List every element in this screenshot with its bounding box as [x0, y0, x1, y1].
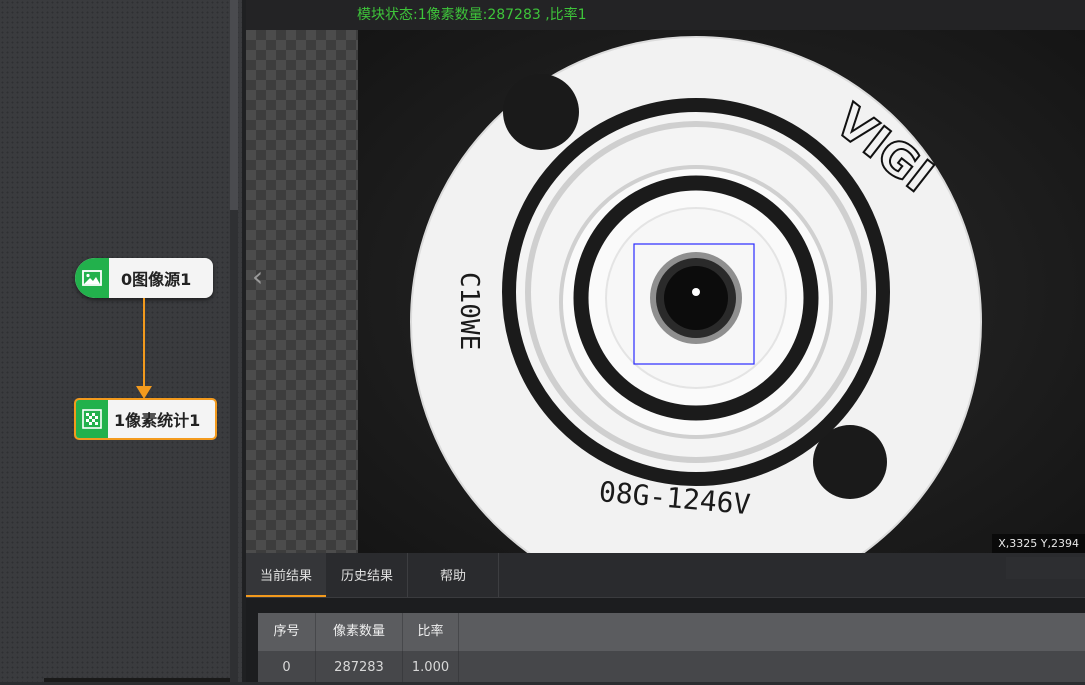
chevron-left-icon[interactable]: ‹ [252, 262, 272, 292]
tab-history-result[interactable]: 历史结果 [327, 553, 408, 597]
table-header: 序号 像素数量 比率 [258, 613, 1085, 651]
cell-pixel-count: 287283 [316, 651, 403, 682]
module-status-text: 模块状态:1像素数量:287283 ,比率1 [357, 7, 587, 23]
results-tabs: 当前结果 历史结果 帮助 [246, 553, 1085, 598]
cell-ratio: 1.000 [403, 651, 459, 682]
mounting-hole-top [503, 74, 579, 150]
cell-index: 0 [258, 651, 316, 682]
column-header-ratio[interactable]: 比率 [403, 613, 459, 651]
marking-c10we: C10WE [454, 272, 484, 350]
flow-connector [143, 298, 145, 388]
status-bar: 模块状态:1像素数量:287283 ,比率1 [246, 0, 1085, 30]
pixel-stat-icon [76, 400, 108, 438]
flow-bottom-bar [44, 678, 230, 682]
image-viewer[interactable]: 模块状态:1像素数量:287283 ,比率1 VIGI C10WE 08G-12… [246, 0, 1085, 553]
flow-scrollbar-thumb[interactable] [230, 0, 238, 210]
results-panel: 当前结果 历史结果 帮助 序号 像素数量 比率 0 287283 1.000 [246, 553, 1085, 682]
cursor-coordinates: X,3325 Y,2394 [992, 534, 1085, 553]
table-row[interactable]: 0 287283 1.000 [258, 651, 1085, 682]
inspection-image[interactable]: VIGI C10WE 08G-1246V X,3325 Y,2394 [358, 30, 1085, 553]
tab-strip-filler [1006, 557, 1085, 579]
flow-canvas[interactable] [0, 0, 242, 682]
column-header-index[interactable]: 序号 [258, 613, 316, 651]
flow-node-image-source[interactable]: 0图像源1 [75, 258, 213, 298]
flow-node-pixel-stat[interactable]: 1像素统计1 [74, 398, 217, 440]
tab-current-result[interactable]: 当前结果 [246, 553, 326, 597]
flow-node-label: 0图像源1 [121, 270, 192, 289]
tab-help[interactable]: 帮助 [408, 553, 499, 597]
results-table: 序号 像素数量 比率 0 287283 1.000 [258, 613, 1085, 682]
image-icon [75, 258, 109, 298]
part-photo: VIGI C10WE 08G-1246V [358, 30, 1085, 553]
flow-node-label: 1像素统计1 [114, 411, 201, 430]
column-header-pixel-count[interactable]: 像素数量 [316, 613, 403, 651]
